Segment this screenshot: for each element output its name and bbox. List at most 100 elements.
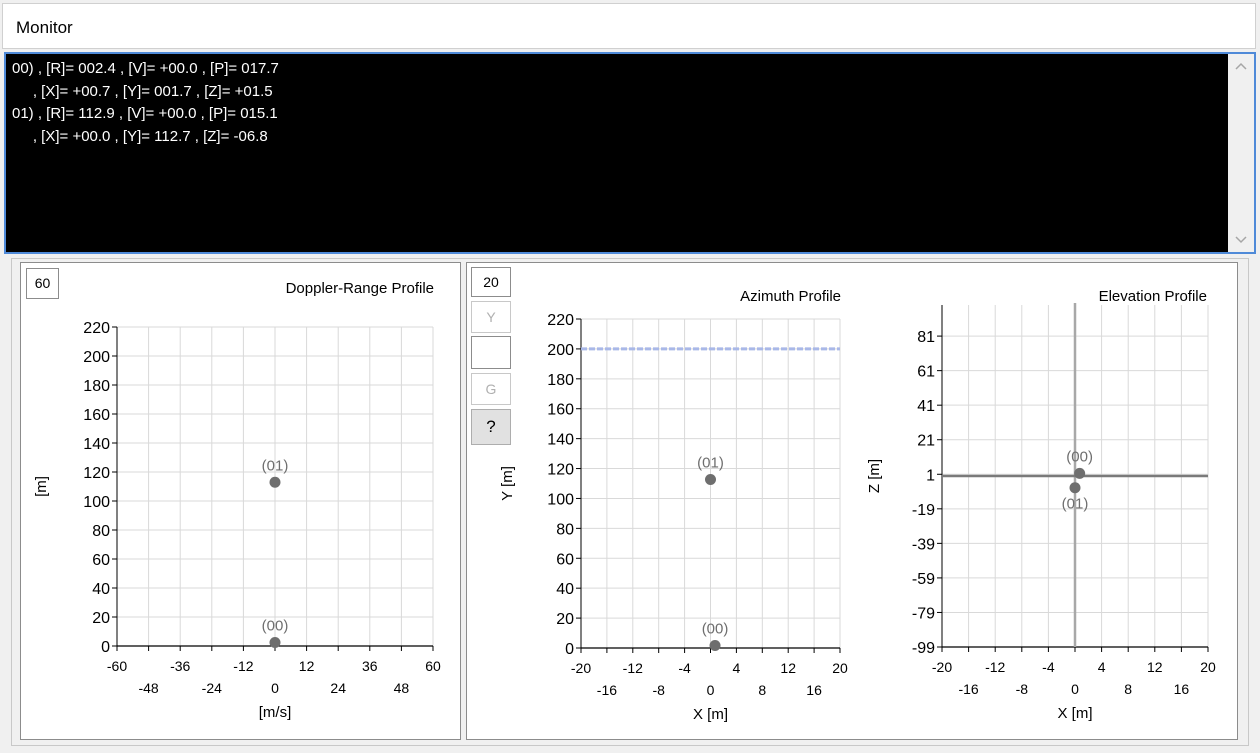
x-tick-label: -20 [932, 659, 952, 675]
x-tick-label: 48 [394, 680, 410, 696]
data-point [1074, 467, 1086, 479]
chart-title: Azimuth Profile [740, 288, 841, 305]
x-tick-label: 8 [758, 682, 766, 698]
data-point-label: (00) [262, 618, 289, 635]
y-tick-label: 200 [83, 349, 110, 366]
y-tick-label: 0 [565, 641, 574, 658]
azimuth-elevation-charts: Azimuth Profile0204060801001201401601802… [499, 288, 1216, 723]
x-tick-label: 20 [832, 660, 848, 676]
x-tick-label: -60 [107, 658, 127, 674]
y-tick-label: 40 [92, 581, 110, 598]
x-tick-label: -12 [623, 660, 643, 676]
x-tick-label: -36 [170, 658, 190, 674]
x-tick-label: -16 [958, 681, 978, 697]
x-tick-label: -16 [597, 682, 617, 698]
y-tick-label: 81 [917, 329, 935, 346]
azimuth-elevation-panel: 20 Y G ? Azimuth Profile 0 20 40 60 80 100 120 1… [466, 262, 1238, 740]
y-tick-label: 80 [92, 523, 110, 540]
y-tick-label: 41 [917, 398, 935, 415]
y-tick-label: 20 [92, 610, 110, 627]
y-tick-label: 40 [556, 581, 574, 598]
x-tick-label: 60 [425, 658, 441, 674]
y-tick-label: 80 [556, 521, 574, 538]
data-point-label: (01) [1062, 496, 1089, 513]
x-tick-label: -4 [1042, 659, 1055, 675]
x-tick-label: -8 [1016, 681, 1029, 697]
x-tick-label: -4 [678, 660, 691, 676]
y-tick-label: 61 [917, 364, 935, 381]
console-line: 01) , [R]= 112.9 , [V]= +00.0 , [P]= 015… [12, 105, 278, 122]
x-tick-label: 16 [806, 682, 822, 698]
y-tick-label: 100 [83, 494, 110, 511]
y-axis-label: Z [m] [866, 459, 883, 493]
y-tick-label: 21 [917, 433, 935, 450]
y-tick-label: -19 [912, 502, 935, 519]
data-point-label: (01) [697, 454, 724, 471]
y-tick-label: 60 [92, 552, 110, 569]
x-tick-label: 36 [362, 658, 378, 674]
data-point-label: (00) [702, 620, 729, 637]
y-tick-label: -79 [912, 605, 935, 622]
console-scrollbar[interactable] [1228, 54, 1254, 252]
y-tick-label: 20 [556, 611, 574, 628]
y-tick-label: 140 [83, 436, 110, 453]
console-text: 00) , [R]= 002.4 , [V]= +00.0 , [P]= 017… [12, 58, 279, 148]
chevron-down-icon[interactable] [1228, 230, 1254, 250]
data-point [705, 473, 716, 485]
data-point [1069, 482, 1081, 494]
doppler-range-chart: Doppler-Range Profile0204060801001201401… [33, 280, 441, 721]
x-tick-label: -48 [138, 680, 158, 696]
x-tick-label: 4 [733, 660, 741, 676]
y-tick-label: 120 [83, 465, 110, 482]
x-tick-label: 0 [1071, 681, 1079, 697]
console-line: 00) , [R]= 002.4 , [V]= +00.0 , [P]= 017… [12, 60, 279, 77]
x-tick-label: 20 [1200, 659, 1216, 675]
x-axis-label: X [m] [1057, 705, 1092, 722]
data-point [269, 476, 281, 488]
y-tick-label: -99 [912, 640, 935, 657]
data-point [269, 637, 281, 649]
data-point-label: (01) [262, 457, 289, 474]
x-tick-label: 0 [271, 680, 279, 696]
y-tick-label: 160 [83, 407, 110, 424]
x-tick-label: -24 [202, 680, 222, 696]
x-tick-label: 16 [1174, 681, 1190, 697]
x-tick-label: 24 [330, 680, 346, 696]
y-tick-label: 140 [547, 432, 574, 449]
x-tick-label: 12 [780, 660, 796, 676]
y-tick-label: 220 [547, 312, 574, 329]
x-tick-label: 0 [707, 682, 715, 698]
y-tick-label: 120 [547, 462, 574, 479]
x-tick-label: 8 [1124, 681, 1132, 697]
y-tick-label: -59 [912, 571, 935, 588]
data-point-label: (00) [1066, 448, 1093, 465]
monitor-console[interactable]: 00) , [R]= 002.4 , [V]= +00.0 , [P]= 017… [4, 52, 1256, 254]
x-tick-label: 12 [1147, 659, 1163, 675]
console-line: , [X]= +00.0 , [Y]= 112.7 , [Z]= -06.8 [12, 127, 268, 145]
console-line: , [X]= +00.7 , [Y]= 001.7 , [Z]= +01.5 [12, 82, 273, 100]
chart-title: Doppler-Range Profile [286, 280, 434, 297]
y-tick-label: -39 [912, 536, 935, 553]
y-tick-label: 220 [83, 320, 110, 337]
y-tick-label: 180 [83, 378, 110, 395]
y-tick-label: 1 [926, 467, 935, 484]
window-titlebar: Monitor [2, 3, 1256, 49]
x-tick-label: 4 [1098, 659, 1106, 675]
chevron-up-icon[interactable] [1228, 56, 1254, 76]
x-tick-label: -8 [652, 682, 665, 698]
y-tick-label: 0 [101, 639, 110, 656]
x-axis-label: X [m] [693, 706, 728, 723]
x-tick-label: 12 [299, 658, 315, 674]
y-tick-label: 180 [547, 372, 574, 389]
window-title: Monitor [16, 18, 73, 37]
x-tick-label: -12 [985, 659, 1005, 675]
x-tick-label: -12 [233, 658, 253, 674]
chart-title: Elevation Profile [1099, 288, 1207, 305]
y-tick-label: 200 [547, 342, 574, 359]
y-axis-label: Y [m] [499, 466, 516, 501]
y-axis-label: [m] [33, 476, 50, 497]
x-axis-label: [m/s] [259, 704, 292, 721]
data-point [709, 639, 721, 651]
y-tick-label: 100 [547, 491, 574, 508]
doppler-range-panel: 60 Doppler-Range Profile 0 20 40 60 80 100 120 1… [20, 262, 461, 740]
